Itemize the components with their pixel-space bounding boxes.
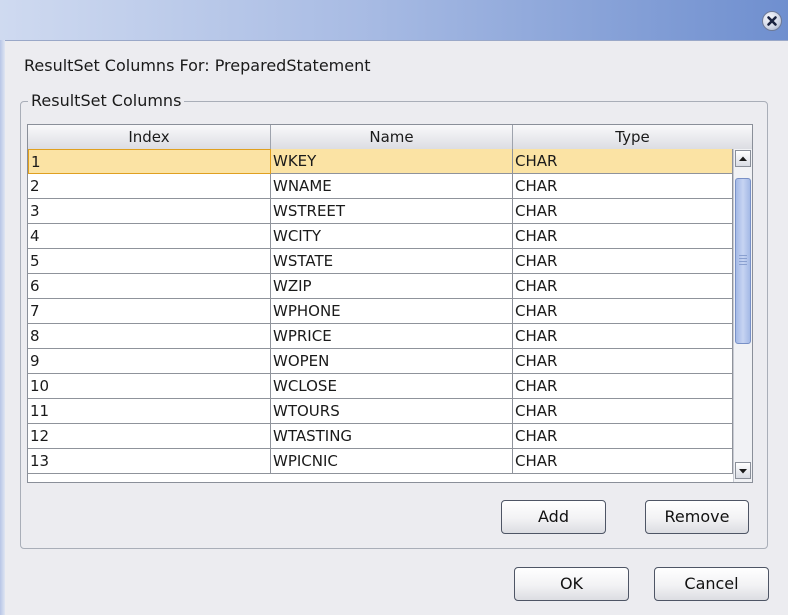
cell-name[interactable]: WNAME [271, 174, 513, 199]
cell-name[interactable]: WSTREET [271, 199, 513, 224]
cell-type[interactable]: CHAR [513, 224, 733, 249]
cell-name[interactable]: WPHONE [271, 299, 513, 324]
table-header: Index Name Type [28, 125, 752, 150]
cell-type[interactable]: CHAR [513, 324, 733, 349]
cell-type[interactable]: CHAR [513, 249, 733, 274]
cell-index[interactable]: 13 [28, 449, 271, 474]
ok-button[interactable]: OK [514, 567, 629, 601]
cell-index[interactable]: 7 [28, 299, 271, 324]
cell-name[interactable]: WCITY [271, 224, 513, 249]
cell-index[interactable]: 3 [28, 199, 271, 224]
remove-button[interactable]: Remove [645, 500, 749, 534]
cell-name[interactable]: WOPEN [271, 349, 513, 374]
table-row[interactable]: 4 WCITY CHAR [28, 224, 752, 249]
cell-index[interactable]: 11 [28, 399, 271, 424]
table-row[interactable]: 13 WPICNIC CHAR [28, 449, 752, 474]
column-header-index[interactable]: Index [28, 125, 271, 149]
cell-type[interactable]: CHAR [513, 449, 733, 474]
cell-index[interactable]: 8 [28, 324, 271, 349]
cell-index[interactable]: 1 [28, 149, 271, 174]
arrow-up-icon [739, 156, 747, 161]
cell-index[interactable]: 6 [28, 274, 271, 299]
cell-type[interactable]: CHAR [513, 199, 733, 224]
cell-name[interactable]: WPRICE [271, 324, 513, 349]
close-glyph [767, 16, 777, 26]
table-row[interactable]: 12 WTASTING CHAR [28, 424, 752, 449]
cell-type[interactable]: CHAR [513, 299, 733, 324]
cell-name[interactable]: WCLOSE [271, 374, 513, 399]
cell-type[interactable]: CHAR [513, 274, 733, 299]
cell-type[interactable]: CHAR [513, 399, 733, 424]
table-row[interactable]: 9 WOPEN CHAR [28, 349, 752, 374]
cell-type[interactable]: CHAR [513, 374, 733, 399]
cell-name[interactable]: WTOURS [271, 399, 513, 424]
window-left-border [0, 40, 5, 615]
cell-type[interactable]: CHAR [513, 424, 733, 449]
table-row[interactable]: 3 WSTREET CHAR [28, 199, 752, 224]
group-title: ResultSet Columns [28, 91, 185, 110]
cell-index[interactable]: 12 [28, 424, 271, 449]
close-icon[interactable] [762, 11, 782, 31]
cell-name[interactable]: WZIP [271, 274, 513, 299]
dialog-heading: ResultSet Columns For: PreparedStatement [24, 56, 371, 75]
cell-type[interactable]: CHAR [513, 349, 733, 374]
scroll-down-button[interactable] [735, 462, 751, 479]
vertical-scrollbar[interactable] [733, 149, 752, 482]
table-row[interactable]: 10 WCLOSE CHAR [28, 374, 752, 399]
arrow-down-icon [739, 468, 747, 473]
cell-index[interactable]: 5 [28, 249, 271, 274]
cell-name[interactable]: WPICNIC [271, 449, 513, 474]
cell-index[interactable]: 10 [28, 374, 271, 399]
table-row[interactable]: 11 WTOURS CHAR [28, 399, 752, 424]
table-row[interactable]: 2 WNAME CHAR [28, 174, 752, 199]
cell-type[interactable]: CHAR [513, 149, 733, 174]
table-row[interactable]: 6 WZIP CHAR [28, 274, 752, 299]
title-bar [0, 0, 788, 41]
column-header-name[interactable]: Name [271, 125, 513, 149]
cell-index[interactable]: 2 [28, 174, 271, 199]
scroll-up-button[interactable] [735, 150, 751, 167]
cell-name[interactable]: WSTATE [271, 249, 513, 274]
cell-index[interactable]: 9 [28, 349, 271, 374]
table-row[interactable]: 1 WKEY CHAR [28, 149, 752, 174]
cell-name[interactable]: WTASTING [271, 424, 513, 449]
table-row[interactable]: 5 WSTATE CHAR [28, 249, 752, 274]
columns-table: Index Name Type 1 WKEY CHAR 2 WNAME CHAR 3 WSTR… [27, 124, 753, 483]
cancel-button[interactable]: Cancel [654, 567, 769, 601]
table-row[interactable]: 7 WPHONE CHAR [28, 299, 752, 324]
add-button[interactable]: Add [501, 500, 606, 534]
cell-name[interactable]: WKEY [271, 149, 513, 174]
column-header-type[interactable]: Type [513, 125, 752, 149]
cell-type[interactable]: CHAR [513, 174, 733, 199]
table-row[interactable]: 8 WPRICE CHAR [28, 324, 752, 349]
cell-index[interactable]: 4 [28, 224, 271, 249]
scroll-thumb[interactable] [735, 178, 751, 344]
